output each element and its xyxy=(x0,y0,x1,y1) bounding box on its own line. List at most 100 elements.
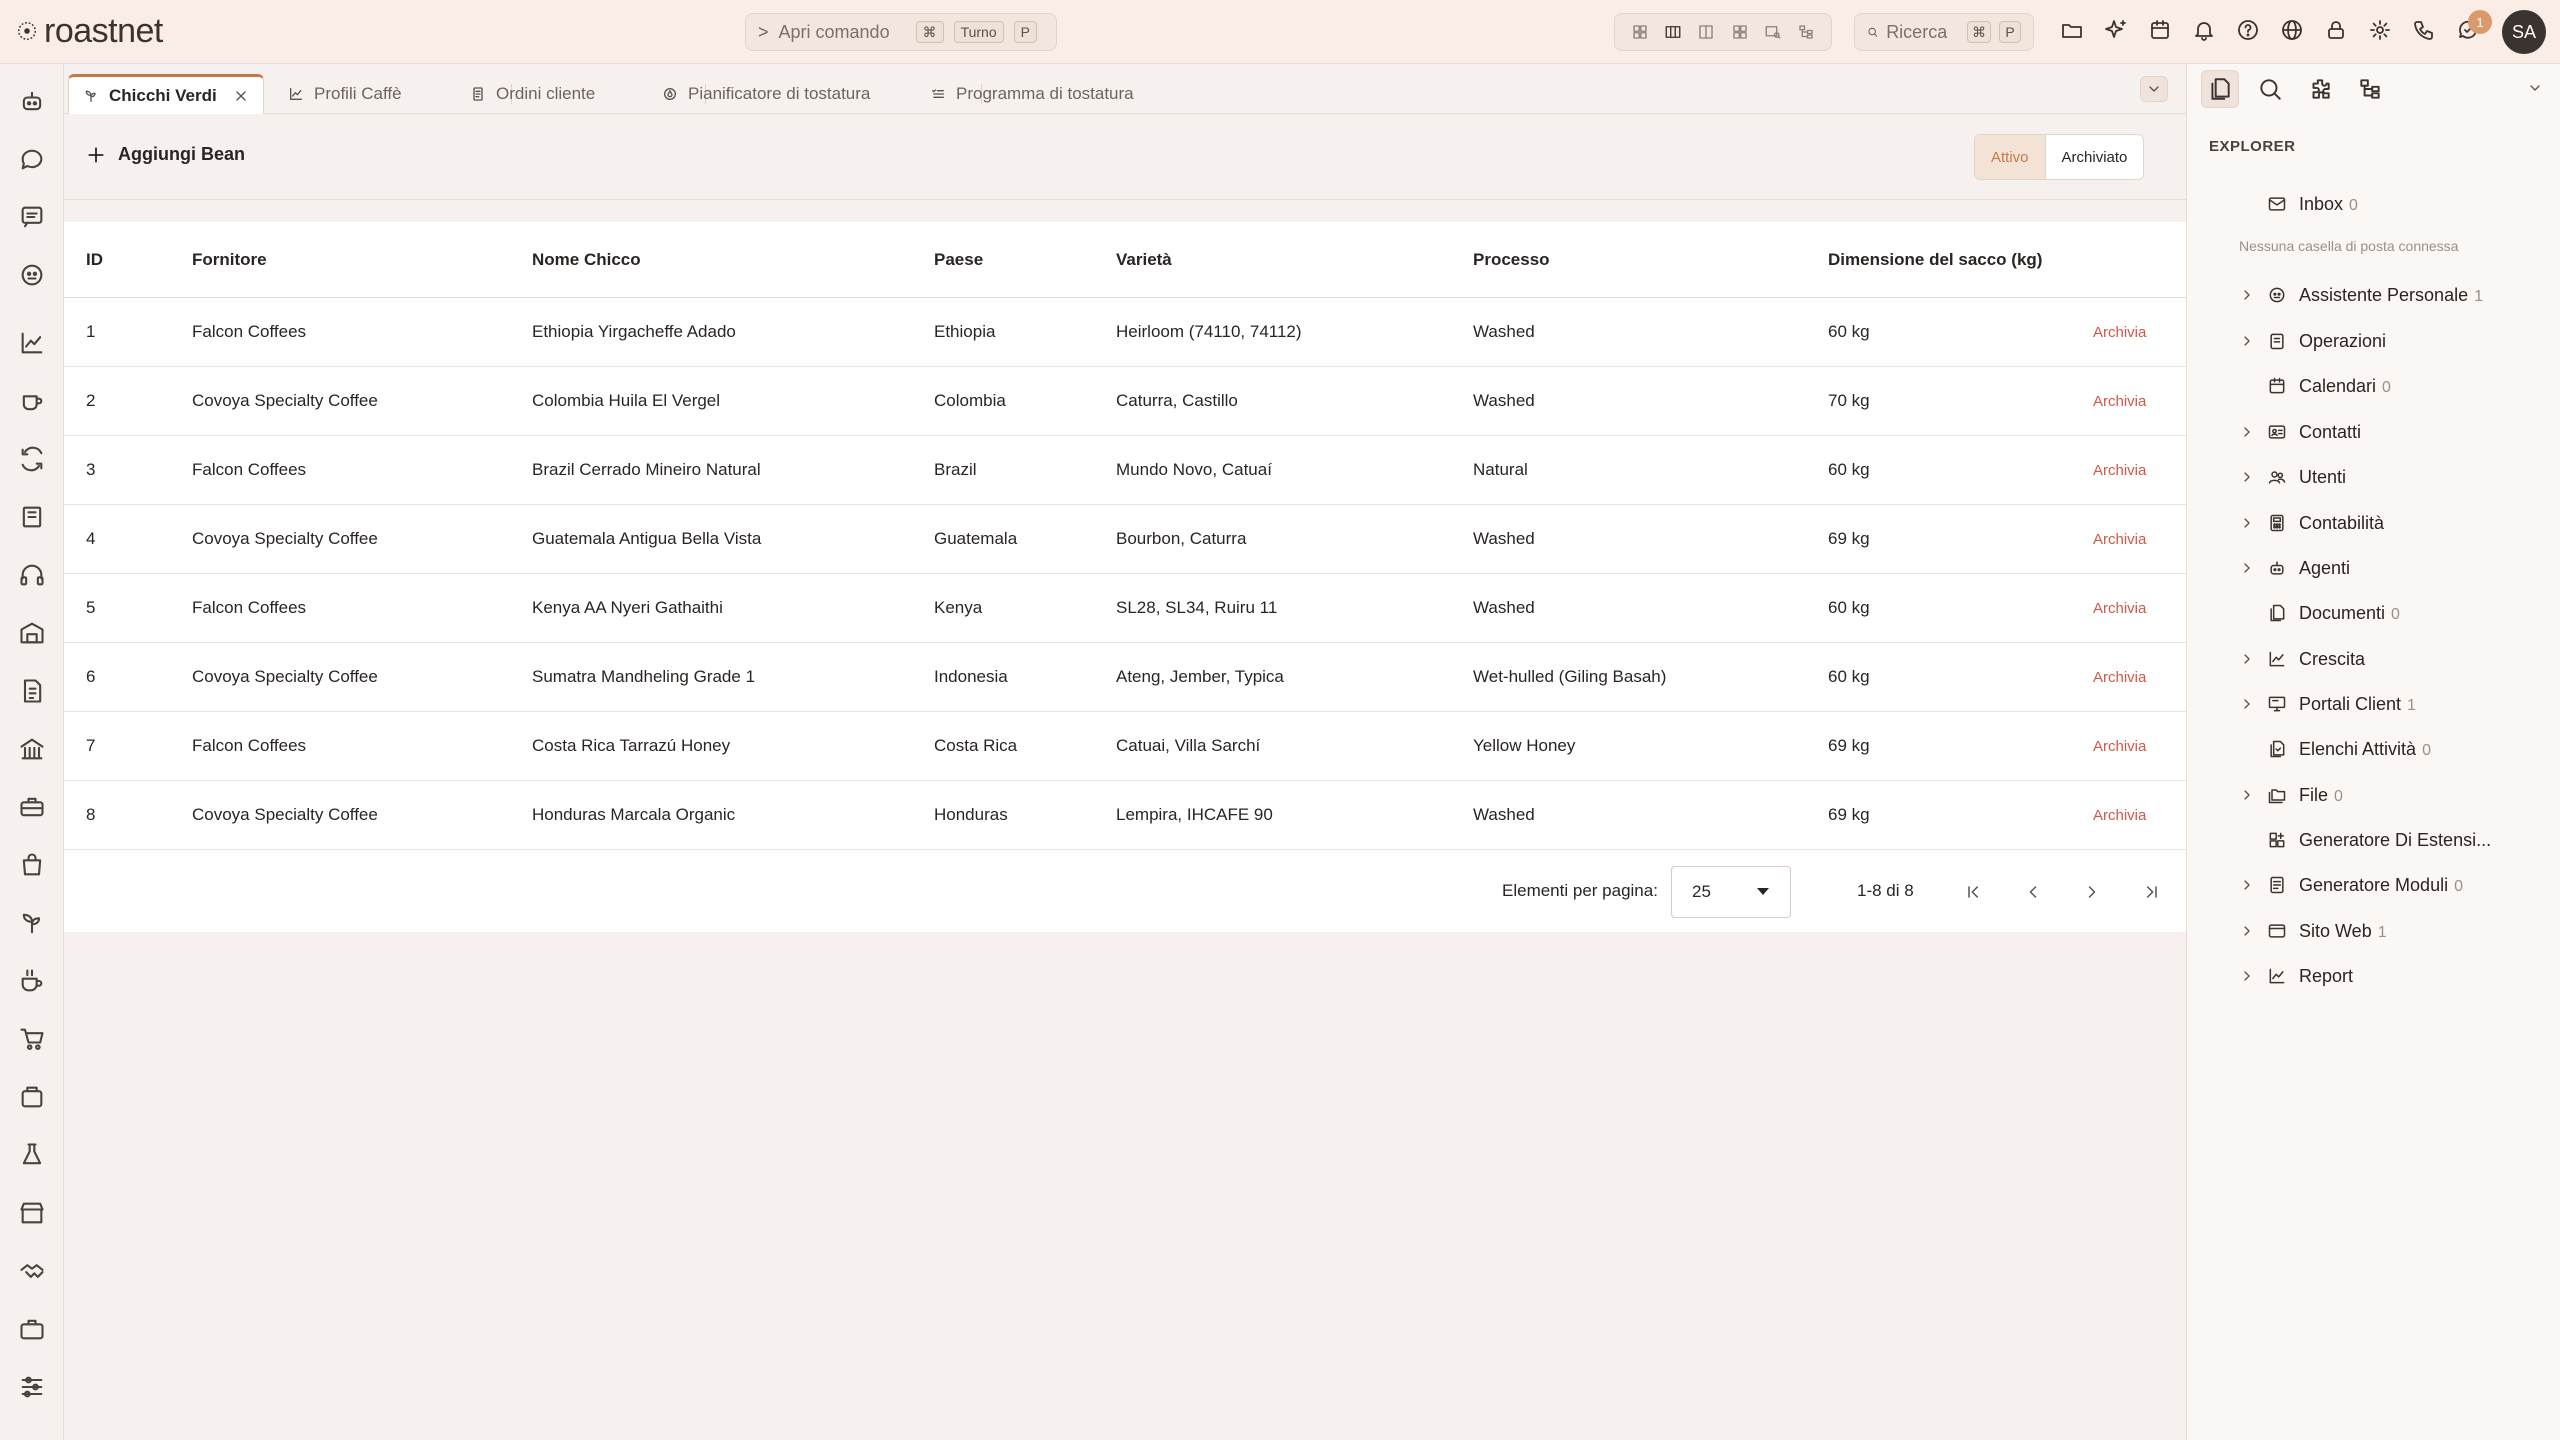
nav-coffee[interactable] xyxy=(17,386,47,416)
table-row[interactable]: 6 Covoya Specialty Coffee Sumatra Mandhe… xyxy=(64,643,2186,712)
table-row[interactable]: 8 Covoya Specialty Coffee Honduras Marca… xyxy=(64,781,2186,850)
explorer-item-agents[interactable]: Agenti xyxy=(2187,548,2560,588)
explorer-item-growth[interactable]: Crescita xyxy=(2187,639,2560,679)
user-avatar[interactable]: SA xyxy=(2502,10,2546,54)
nav-preferences[interactable] xyxy=(17,1372,47,1402)
help-button[interactable] xyxy=(2236,18,2260,42)
explorer-item-accounting[interactable]: Contabilità xyxy=(2187,503,2560,543)
chevron-right-icon[interactable] xyxy=(2239,560,2255,576)
table-row[interactable]: 7 Falcon Coffees Costa Rica Tarrazú Hone… xyxy=(64,712,2186,781)
chevron-right-icon[interactable] xyxy=(2239,469,2255,485)
archive-button[interactable]: Archivia xyxy=(2093,324,2146,341)
table-row[interactable]: 5 Falcon Coffees Kenya AA Nyeri Gathaith… xyxy=(64,574,2186,643)
nav-shop-bag[interactable] xyxy=(17,850,47,880)
nav-chat[interactable] xyxy=(17,144,47,174)
language-button[interactable] xyxy=(2280,18,2304,42)
archive-button[interactable]: Archivia xyxy=(2093,738,2146,755)
explorer-item-task-lists[interactable]: Elenchi Attività 0 xyxy=(2187,729,2560,769)
files-view-button[interactable] xyxy=(2201,70,2239,108)
explorer-item-users[interactable]: Utenti xyxy=(2187,457,2560,497)
filter-active-button[interactable]: Attivo xyxy=(1975,135,2046,179)
nav-buildings[interactable] xyxy=(17,734,47,764)
chevron-right-icon[interactable] xyxy=(2239,877,2255,893)
close-icon[interactable] xyxy=(233,88,249,104)
filter-archived-button[interactable]: Archiviato xyxy=(2046,135,2144,179)
chevron-right-icon[interactable] xyxy=(2239,424,2255,440)
explorer-item-client-portals[interactable]: Portali Client 1 xyxy=(2187,684,2560,724)
nav-messages[interactable] xyxy=(17,202,47,232)
settings-button[interactable] xyxy=(2368,18,2392,42)
layout-preview-button[interactable] xyxy=(1764,23,1782,41)
explorer-item-calendars[interactable]: Calendari 0 xyxy=(2187,366,2560,406)
layout-grid-button[interactable] xyxy=(1631,23,1649,41)
search-button[interactable]: Ricerca ⌘ P xyxy=(1854,13,2034,51)
chevron-right-icon[interactable] xyxy=(2239,287,2255,303)
nav-analytics[interactable] xyxy=(17,328,47,358)
archive-button[interactable]: Archivia xyxy=(2093,669,2146,686)
first-page-button[interactable] xyxy=(1961,879,1987,905)
nav-cafe[interactable] xyxy=(17,966,47,996)
nav-headset[interactable] xyxy=(17,560,47,590)
search-view-button[interactable] xyxy=(2251,70,2289,108)
tabs-overflow-button[interactable] xyxy=(2140,76,2168,102)
ai-button[interactable] xyxy=(2104,18,2128,42)
folder-button[interactable] xyxy=(2060,18,2084,42)
column-header-process[interactable]: Processo xyxy=(1473,250,1550,270)
chevron-right-icon[interactable] xyxy=(2239,968,2255,984)
nav-lab[interactable] xyxy=(17,1140,47,1170)
explorer-item-contacts[interactable]: Contatti xyxy=(2187,412,2560,452)
archive-button[interactable]: Archivia xyxy=(2093,393,2146,410)
archive-button[interactable]: Archivia xyxy=(2093,807,2146,824)
nav-sync[interactable] xyxy=(17,444,47,474)
explorer-item-form-generator[interactable]: Generatore Moduli 0 xyxy=(2187,865,2560,905)
nav-invoices[interactable] xyxy=(17,676,47,706)
command-palette-button[interactable]: > Apri comando ⌘ Turno P xyxy=(745,13,1057,51)
chevron-right-icon[interactable] xyxy=(2239,333,2255,349)
nav-green-beans[interactable] xyxy=(17,908,47,938)
explorer-item-inbox[interactable]: Inbox 0 xyxy=(2187,184,2560,224)
phone-button[interactable] xyxy=(2412,18,2436,42)
explorer-item-operations[interactable]: Operazioni xyxy=(2187,321,2560,361)
layout-tree-button[interactable] xyxy=(1797,23,1815,41)
nav-briefcase[interactable] xyxy=(17,1314,47,1344)
tab-roast-schedule[interactable]: Programma di tostatura xyxy=(916,74,1216,114)
chevron-right-icon[interactable] xyxy=(2239,515,2255,531)
layout-tiles-button[interactable] xyxy=(1731,23,1749,41)
chevron-right-icon[interactable] xyxy=(2239,696,2255,712)
nav-notes[interactable] xyxy=(17,502,47,532)
explorer-collapse-button[interactable] xyxy=(2527,80,2543,96)
nav-cart[interactable] xyxy=(17,1024,47,1054)
archive-button[interactable]: Archivia xyxy=(2093,531,2146,548)
column-header-bean-name[interactable]: Nome Chicco xyxy=(532,250,641,270)
last-page-button[interactable] xyxy=(2138,879,2164,905)
notifications-button[interactable] xyxy=(2192,18,2216,42)
table-row[interactable]: 4 Covoya Specialty Coffee Guatemala Anti… xyxy=(64,505,2186,574)
explorer-item-personal-assistant[interactable]: Assistente Personale 1 xyxy=(2187,275,2560,315)
column-header-supplier[interactable]: Fornitore xyxy=(192,250,267,270)
nav-assistant[interactable] xyxy=(17,86,47,116)
app-logo[interactable]: roastnet xyxy=(16,14,163,48)
column-header-id[interactable]: ID xyxy=(86,250,103,270)
add-bean-button[interactable]: Aggiungi Bean xyxy=(86,144,245,165)
previous-page-button[interactable] xyxy=(2020,879,2046,905)
column-header-variety[interactable]: Varietà xyxy=(1116,250,1172,270)
extensions-view-button[interactable] xyxy=(2301,70,2339,108)
nav-warehouse[interactable] xyxy=(17,618,47,648)
table-row[interactable]: 3 Falcon Coffees Brazil Cerrado Mineiro … xyxy=(64,436,2186,505)
per-page-select[interactable]: 25 xyxy=(1671,866,1791,918)
chevron-right-icon[interactable] xyxy=(2239,787,2255,803)
column-header-bag-size[interactable]: Dimensione del sacco (kg) xyxy=(1828,250,2042,270)
table-row[interactable]: 1 Falcon Coffees Ethiopia Yirgacheffe Ad… xyxy=(64,298,2186,367)
explorer-item-documents[interactable]: Documenti 0 xyxy=(2187,593,2560,633)
nav-partners[interactable] xyxy=(17,1256,47,1286)
archive-button[interactable]: Archivia xyxy=(2093,600,2146,617)
explorer-item-files[interactable]: File 0 xyxy=(2187,775,2560,815)
layout-columns-button[interactable] xyxy=(1664,23,1682,41)
tree-view-button[interactable] xyxy=(2351,70,2389,108)
layout-sidebar-button[interactable] xyxy=(1697,23,1715,41)
tab-green-beans[interactable]: Chicchi Verdi xyxy=(68,74,264,114)
chevron-right-icon[interactable] xyxy=(2239,923,2255,939)
nav-store[interactable] xyxy=(17,1198,47,1228)
explorer-item-website[interactable]: Sito Web 1 xyxy=(2187,911,2560,951)
table-row[interactable]: 2 Covoya Specialty Coffee Colombia Huila… xyxy=(64,367,2186,436)
